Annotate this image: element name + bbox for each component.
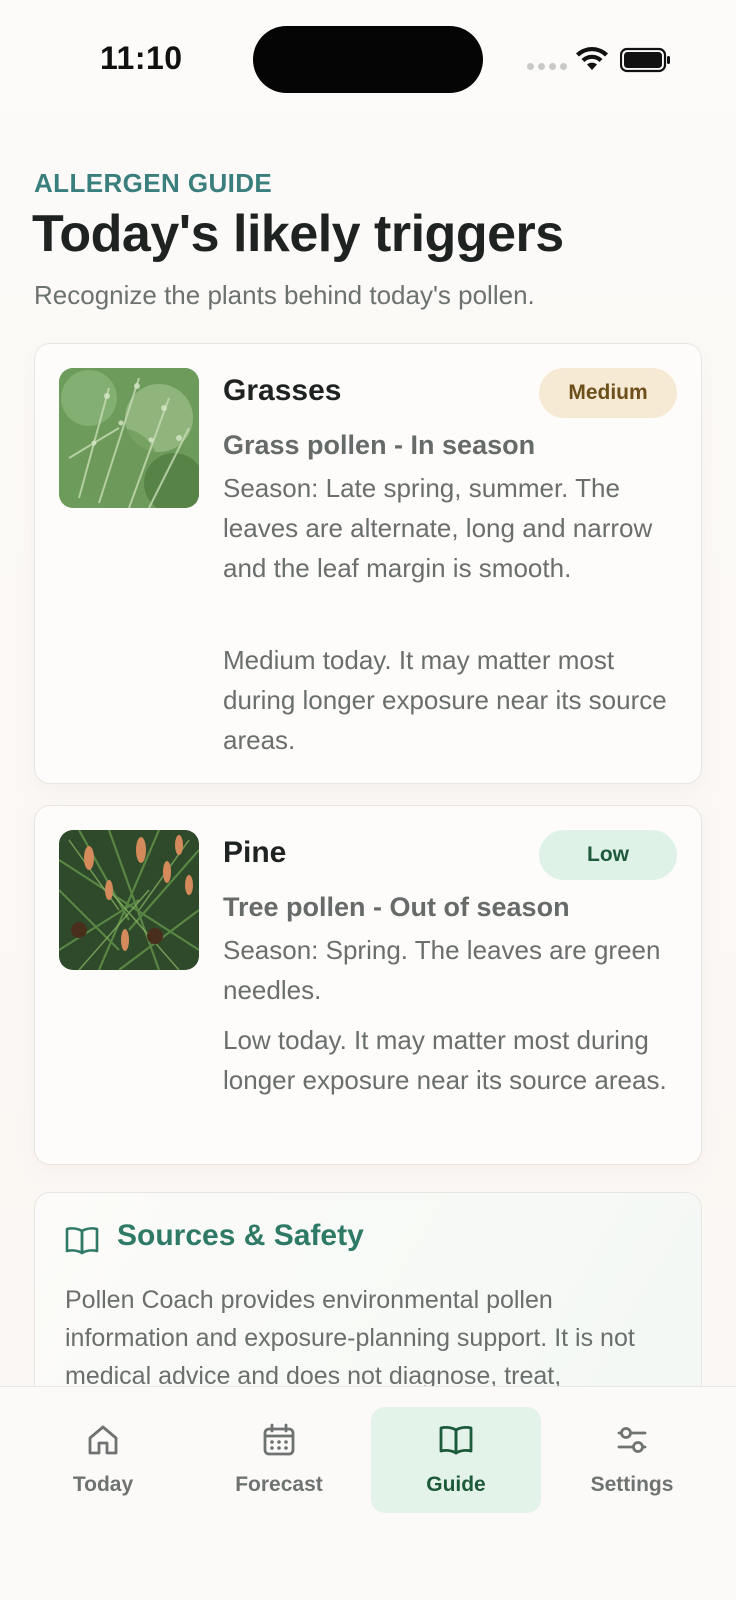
page-subtitle: Recognize the plants behind today's poll… (34, 280, 535, 310)
plant-type: Tree pollen - Out of season (223, 892, 570, 922)
level-badge: Medium (539, 368, 677, 418)
tab-label: Forecast (235, 1473, 323, 1496)
tab-forecast[interactable]: Forecast (194, 1407, 364, 1513)
tab-label: Guide (426, 1473, 486, 1496)
tab-guide[interactable]: Guide (371, 1407, 541, 1513)
tab-settings[interactable]: Settings (547, 1407, 717, 1513)
sliders-icon (617, 1427, 647, 1453)
tab-bar: Today Forecast Guide Settings (0, 1386, 736, 1600)
grasses-photo (59, 368, 199, 508)
dynamic-island (253, 26, 483, 93)
tab-label: Settings (590, 1473, 674, 1496)
section-eyebrow: ALLERGEN GUIDE (34, 168, 273, 198)
battery-icon (620, 47, 670, 73)
book-icon (65, 1227, 99, 1255)
sources-title: Sources & Safety (117, 1219, 364, 1252)
wifi-icon (576, 47, 608, 70)
plant-name: Grasses (223, 374, 342, 407)
home-icon (88, 1425, 118, 1455)
status-bar: 11:10 (0, 0, 736, 120)
pine-photo (59, 830, 199, 970)
tab-label: Today (72, 1473, 134, 1496)
plant-type: Grass pollen - In season (223, 430, 536, 460)
level-badge: Low (539, 830, 677, 880)
plant-description: Season: Spring. The leaves are green nee… (223, 935, 661, 1005)
sources-text: Pollen Coach provides environmental poll… (65, 1286, 635, 1390)
plant-card-grasses[interactable]: Grasses Medium Grass pollen - In season … (34, 343, 702, 784)
plant-name: Pine (223, 836, 287, 869)
tab-today[interactable]: Today (18, 1407, 188, 1513)
screen: 11:10 ALLERGEN GUIDE Today's likely trig… (0, 0, 736, 1600)
plant-today-note: Low today. It may matter most during lon… (223, 1025, 667, 1095)
plant-card-pine[interactable]: Pine Low Tree pollen - Out of season Sea… (34, 805, 702, 1165)
plant-description: Season: Late spring, summer. The leaves … (223, 473, 653, 583)
cellular-signal-icon (527, 63, 567, 70)
plant-today-note: Medium today. It may matter most during … (223, 645, 667, 755)
book-icon (439, 1426, 473, 1455)
page-title: Today's likely triggers (32, 205, 564, 263)
status-time: 11:10 (100, 40, 183, 76)
calendar-icon (263, 1423, 295, 1456)
